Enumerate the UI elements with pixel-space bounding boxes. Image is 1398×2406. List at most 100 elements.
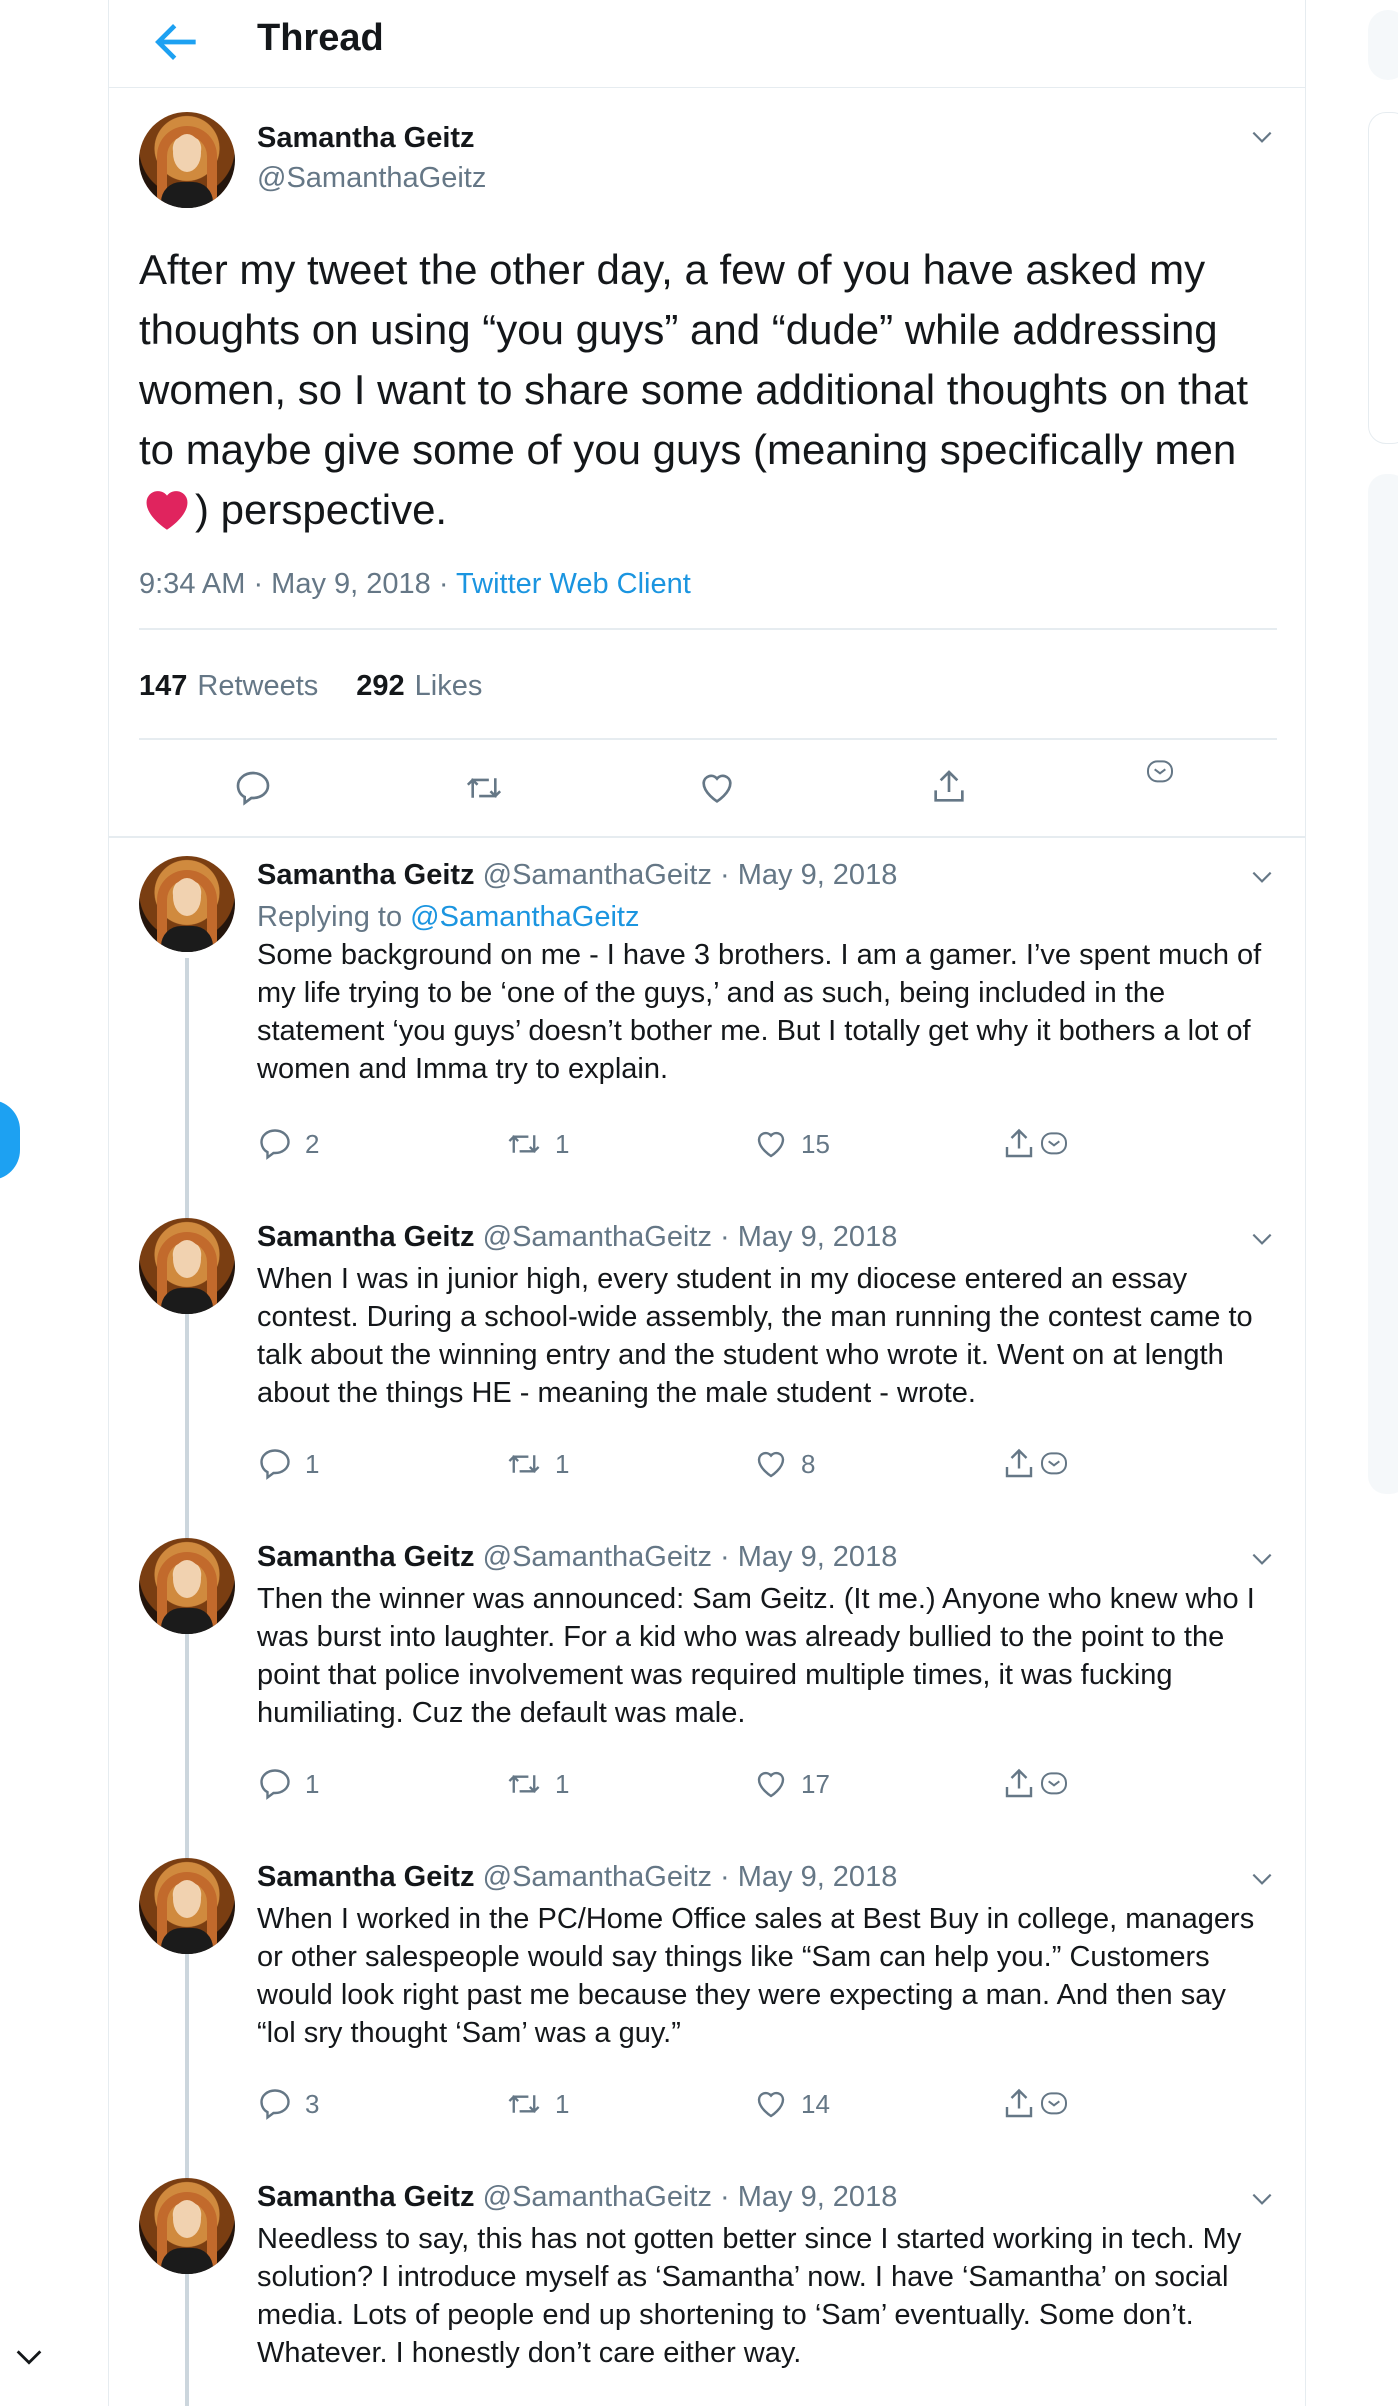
chevron-down-icon[interactable] (1249, 1226, 1275, 1252)
retweet-count: 1 (555, 1448, 570, 1479)
share-icon[interactable] (929, 766, 969, 808)
like-action[interactable]: 14 (753, 2086, 830, 2122)
author-name[interactable]: Samantha Geitz (257, 1541, 475, 1573)
retweet-icon[interactable] (505, 1446, 543, 1482)
retweets-label[interactable]: Retweets (197, 670, 318, 702)
handle-date[interactable]: @SamanthaGeitz · May 9, 2018 (483, 1541, 898, 1573)
author-name[interactable]: Samantha Geitz (257, 859, 475, 891)
likes-count[interactable]: 292 (356, 670, 404, 702)
chevron-down-icon[interactable] (1249, 1866, 1275, 1892)
chevron-down-icon[interactable] (1249, 2186, 1275, 2212)
handle-date[interactable]: @SamanthaGeitz · May 9, 2018 (483, 2181, 898, 2213)
handle-date[interactable]: @SamanthaGeitz · May 9, 2018 (483, 1861, 898, 1893)
handle-date[interactable]: @SamanthaGeitz · May 9, 2018 (483, 1221, 898, 1253)
reply-icon[interactable] (257, 1766, 293, 1802)
heart-emoji (146, 491, 188, 530)
reply-action[interactable]: 1 (257, 1446, 319, 1482)
reply-text: Some background on me - I have 3 brother… (257, 939, 1262, 1085)
bookmark-extension-icon[interactable] (1037, 2088, 1071, 2120)
author-handle[interactable]: @SamanthaGeitz (257, 162, 486, 195)
compose-fab-edge[interactable] (0, 1100, 20, 1180)
share-action[interactable] (1001, 2086, 1071, 2122)
share-icon[interactable] (1001, 2086, 1037, 2122)
share-icon[interactable] (1001, 1766, 1037, 1802)
reply-icon[interactable] (257, 1126, 293, 1162)
tweet-stats: 147 Retweets 292 Likes (139, 670, 482, 703)
retweet-icon[interactable] (505, 1126, 543, 1162)
author-name[interactable]: Samantha Geitz (257, 122, 475, 155)
tweet-client-link[interactable]: Twitter Web Client (456, 568, 691, 600)
tweet-text-part1: After my tweet the other day, a few of y… (139, 246, 1249, 473)
reply-count: 1 (305, 1448, 320, 1479)
reply-text: Then the winner was announced: Sam Geitz… (257, 1583, 1255, 1729)
share-action[interactable] (1001, 1446, 1071, 1482)
author-name[interactable]: Samantha Geitz (257, 2181, 475, 2213)
handle-date[interactable]: @SamanthaGeitz · May 9, 2018 (483, 859, 898, 891)
reply-action[interactable]: 1 (257, 1766, 319, 1802)
reply-icon[interactable] (257, 1446, 293, 1482)
share-action[interactable] (1001, 1766, 1071, 1802)
thread-column: Thread Samantha Geitz @SamanthaGeitz Aft… (108, 0, 1306, 2406)
share-icon[interactable] (1001, 1126, 1037, 1162)
retweet-action[interactable]: 1 (505, 2086, 569, 2122)
retweet-count: 1 (555, 2088, 570, 2119)
bookmark-extension-icon[interactable] (1037, 1128, 1071, 1160)
like-count: 15 (801, 1128, 830, 1159)
main-tweet-actions (109, 752, 1305, 822)
avatar[interactable] (139, 1538, 235, 1634)
retweet-action[interactable]: 1 (505, 1446, 569, 1482)
share-icon[interactable] (1001, 1446, 1037, 1482)
share-action[interactable] (1001, 1126, 1071, 1162)
reply-header: Samantha Geitz @SamanthaGeitz · May 9, 2… (257, 856, 897, 894)
bookmark-extension-icon[interactable] (1037, 1768, 1071, 1800)
retweet-icon[interactable] (505, 1766, 543, 1802)
replying-handle-link[interactable]: @SamanthaGeitz (410, 901, 639, 933)
retweet-count: 1 (555, 1128, 570, 1159)
reply-icon[interactable] (257, 2086, 293, 2122)
like-action[interactable]: 17 (753, 1766, 830, 1802)
tweet-text: After my tweet the other day, a few of y… (139, 240, 1269, 540)
reply-count: 1 (305, 1768, 320, 1799)
tweet-time[interactable]: 9:34 AM · May 9, 2018 · (139, 568, 456, 600)
like-icon[interactable] (697, 768, 737, 808)
bookmark-extension-icon[interactable] (1037, 1448, 1071, 1480)
chevron-down-icon[interactable] (1249, 1546, 1275, 1572)
like-icon[interactable] (753, 1446, 789, 1482)
chevron-down-icon[interactable] (1249, 864, 1275, 890)
retweet-icon[interactable] (463, 768, 505, 808)
divider (139, 628, 1277, 630)
like-count: 14 (801, 2088, 830, 2119)
page-title: Thread (257, 17, 384, 59)
like-action[interactable]: 8 (753, 1446, 815, 1482)
likes-label[interactable]: Likes (415, 670, 483, 702)
search-box-edge[interactable] (1368, 10, 1398, 80)
like-icon[interactable] (753, 1126, 789, 1162)
retweets-count[interactable]: 147 (139, 670, 187, 702)
like-count: 17 (801, 1768, 830, 1799)
avatar[interactable] (139, 856, 235, 952)
avatar[interactable] (139, 1858, 235, 1954)
avatar[interactable] (139, 2178, 235, 2274)
like-count: 8 (801, 1448, 816, 1479)
bookmark-extension-icon[interactable] (1143, 756, 1177, 788)
like-action[interactable]: 15 (753, 1126, 830, 1162)
retweet-action[interactable]: 1 (505, 1126, 569, 1162)
chevron-down-icon[interactable] (12, 2340, 46, 2374)
chevron-down-icon[interactable] (1249, 124, 1275, 150)
like-icon[interactable] (753, 2086, 789, 2122)
reply-action[interactable]: 2 (257, 1126, 319, 1162)
reply-icon[interactable] (233, 768, 273, 808)
back-arrow-icon[interactable] (149, 14, 205, 70)
replying-to: Replying to @SamanthaGeitz (257, 898, 639, 936)
like-icon[interactable] (753, 1766, 789, 1802)
author-name[interactable]: Samantha Geitz (257, 1221, 475, 1253)
avatar[interactable] (139, 1218, 235, 1314)
reply-text: Needless to say, this has not gotten bet… (257, 2223, 1242, 2369)
retweet-icon[interactable] (505, 2086, 543, 2122)
avatar[interactable] (139, 112, 235, 208)
tweet-meta: 9:34 AM · May 9, 2018 · Twitter Web Clie… (139, 568, 691, 601)
retweet-action[interactable]: 1 (505, 1766, 569, 1802)
divider (109, 836, 1305, 838)
author-name[interactable]: Samantha Geitz (257, 1861, 475, 1893)
reply-action[interactable]: 3 (257, 2086, 319, 2122)
